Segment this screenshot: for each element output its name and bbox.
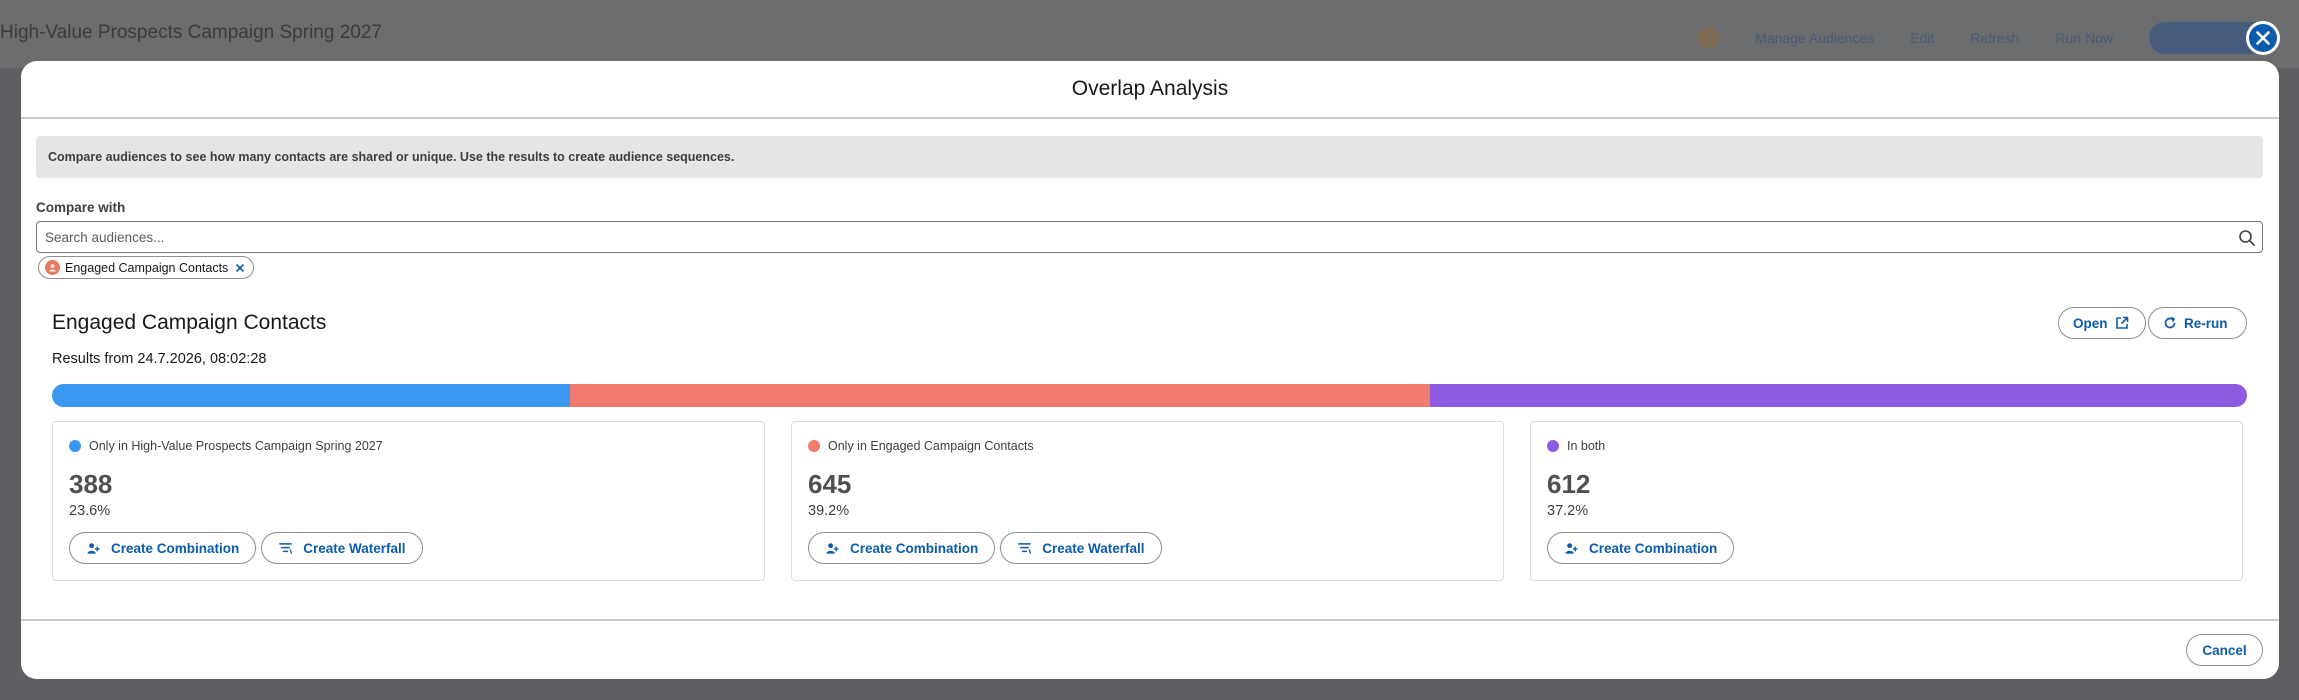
segment-count: 645 (808, 469, 852, 499)
background-app-header: High-Value Prospects Campaign Spring 202… (0, 0, 2299, 68)
action-label: Create Combination (850, 540, 979, 556)
create-combination-button[interactable]: Create Combination (808, 532, 996, 564)
overlap-bar-segment (52, 384, 571, 407)
overlap-bar-segment (570, 384, 1431, 407)
selected-audience-label: Engaged Campaign Contacts (65, 260, 229, 275)
card-actions: Create Combination (1547, 532, 1735, 564)
segment-color-dot (808, 440, 820, 452)
background-action: Edit (1910, 30, 1935, 46)
create-combination-button[interactable]: Create Combination (69, 532, 257, 564)
action-label: Create Combination (111, 540, 240, 556)
search-icon[interactable] (2238, 229, 2256, 247)
search-field (36, 221, 2263, 253)
create-waterfall-button[interactable]: Create Waterfall (1000, 532, 1162, 564)
overlap-card: Only in Engaged Campaign Contacts 645 39.2… (791, 421, 1504, 581)
result-title: Engaged Campaign Contacts (52, 311, 327, 334)
overlap-analysis-modal: Overlap Analysis Compare audiences to se… (21, 61, 2279, 679)
background-page-title: High-Value Prospects Campaign Spring 202… (0, 22, 382, 43)
modal-title: Overlap Analysis (1071, 77, 1229, 100)
background-action: Manage Audiences (1755, 30, 1875, 46)
card-actions: Create Combination Create Waterfall (69, 532, 423, 564)
card-actions: Create Combination Create Waterfall (808, 532, 1162, 564)
waterfall-icon (1017, 541, 1032, 556)
segment-percent: 39.2% (808, 503, 850, 519)
segment-color-dot (69, 440, 81, 452)
background-action: Run Now (2055, 30, 2113, 46)
card-header: Only in Engaged Campaign Contacts (808, 439, 1034, 453)
selected-audience-pill: Engaged Campaign Contacts (38, 256, 255, 279)
action-label: Create Waterfall (303, 540, 406, 556)
action-label: Create Combination (1589, 540, 1718, 556)
overlap-bar (52, 384, 2247, 407)
waterfall-icon (278, 541, 293, 556)
overlap-bar-segment (1430, 384, 2247, 407)
result-timestamp: Results from 24.7.2026, 08:02:28 (52, 351, 267, 367)
users-icon (86, 541, 101, 556)
segment-percent: 37.2% (1547, 503, 1589, 519)
modal-header: Overlap Analysis (21, 61, 2279, 119)
open-label: Open (2073, 315, 2108, 331)
segment-count: 612 (1547, 469, 1591, 499)
modal-footer: Cancel (21, 619, 2279, 679)
refresh-icon (2164, 316, 2176, 329)
external-link-icon (2115, 316, 2128, 329)
search-input[interactable] (37, 222, 2262, 252)
background-actions: Manage Audiences Edit Refresh Run Now (1697, 22, 2269, 54)
segment-label: Only in High-Value Prospects Campaign Sp… (89, 439, 383, 453)
card-header: In both (1547, 439, 1605, 453)
open-button[interactable]: Open (2058, 307, 2146, 339)
segment-percent: 23.6% (69, 503, 111, 519)
create-waterfall-button[interactable]: Create Waterfall (261, 532, 423, 564)
users-icon (1564, 541, 1579, 556)
remove-audience-icon[interactable] (233, 261, 247, 275)
action-label: Create Waterfall (1042, 540, 1145, 556)
close-icon (2249, 24, 2277, 52)
overlap-card: In both 612 37.2% Create Combination (1530, 421, 2243, 581)
overlap-card: Only in High-Value Prospects Campaign Sp… (52, 421, 765, 581)
users-icon (825, 541, 840, 556)
audience-icon (45, 260, 60, 275)
compare-with-label: Compare with (36, 200, 126, 215)
card-header: Only in High-Value Prospects Campaign Sp… (69, 439, 383, 453)
segment-label: Only in Engaged Campaign Contacts (828, 439, 1034, 453)
background-avatar-icon (1697, 27, 1720, 49)
rerun-label: Re-run (2184, 315, 2228, 331)
segment-count: 388 (69, 469, 113, 499)
modal-close-button[interactable] (2246, 21, 2280, 55)
segment-label: In both (1567, 439, 1606, 453)
info-banner: Compare audiences to see how many contac… (36, 136, 2263, 178)
background-action: Refresh (1970, 30, 2020, 46)
cancel-button[interactable]: Cancel (2186, 634, 2263, 666)
create-combination-button[interactable]: Create Combination (1547, 532, 1735, 564)
rerun-button[interactable]: Re-run (2148, 307, 2247, 339)
segment-color-dot (1547, 440, 1559, 452)
